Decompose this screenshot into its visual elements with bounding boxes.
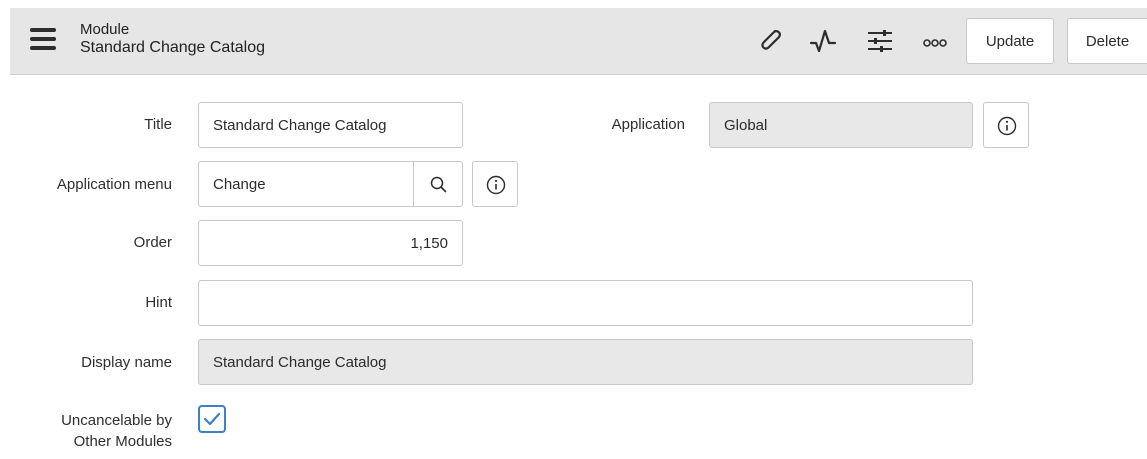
order-field[interactable]: [198, 220, 463, 266]
more-icon[interactable]: [920, 26, 950, 56]
application-menu-lookup-button[interactable]: [413, 161, 463, 207]
application-info-button[interactable]: [983, 102, 1029, 148]
display-name-label: Display name: [81, 354, 172, 371]
uncancelable-label: Uncancelable by Other Modules: [20, 410, 172, 452]
application-menu-field[interactable]: [198, 161, 415, 207]
sliders-icon[interactable]: [865, 26, 895, 56]
paperclip-icon[interactable]: [755, 26, 785, 56]
title-field[interactable]: [198, 102, 463, 148]
uncancelable-label-line1: Uncancelable by: [61, 412, 172, 429]
form-header: Module Standard Change Catalog Update De…: [10, 8, 1147, 75]
checkmark-icon: [203, 412, 221, 426]
header-text: Module Standard Change Catalog: [80, 21, 265, 58]
application-field: [709, 102, 973, 148]
menu-icon[interactable]: [30, 28, 56, 50]
application-menu-label: Application menu: [56, 176, 172, 193]
application-label: Application: [611, 116, 685, 133]
order-label: Order: [133, 234, 172, 251]
uncancelable-checkbox[interactable]: [198, 405, 226, 433]
info-icon: [486, 175, 506, 195]
hint-label: Hint: [145, 294, 172, 311]
record-type: Module: [80, 21, 130, 38]
application-menu-info-button[interactable]: [472, 161, 518, 207]
title-label: Title: [144, 116, 172, 133]
record-title: Standard Change Catalog: [80, 39, 266, 56]
display-name-field: [198, 339, 973, 385]
activity-icon[interactable]: [808, 26, 838, 56]
info-icon: [997, 116, 1017, 136]
update-button[interactable]: Update: [966, 18, 1054, 64]
uncancelable-label-line2: Other Modules: [73, 433, 172, 450]
hint-field[interactable]: [198, 280, 973, 326]
search-icon: [430, 176, 447, 193]
delete-button[interactable]: Delete: [1067, 18, 1147, 64]
